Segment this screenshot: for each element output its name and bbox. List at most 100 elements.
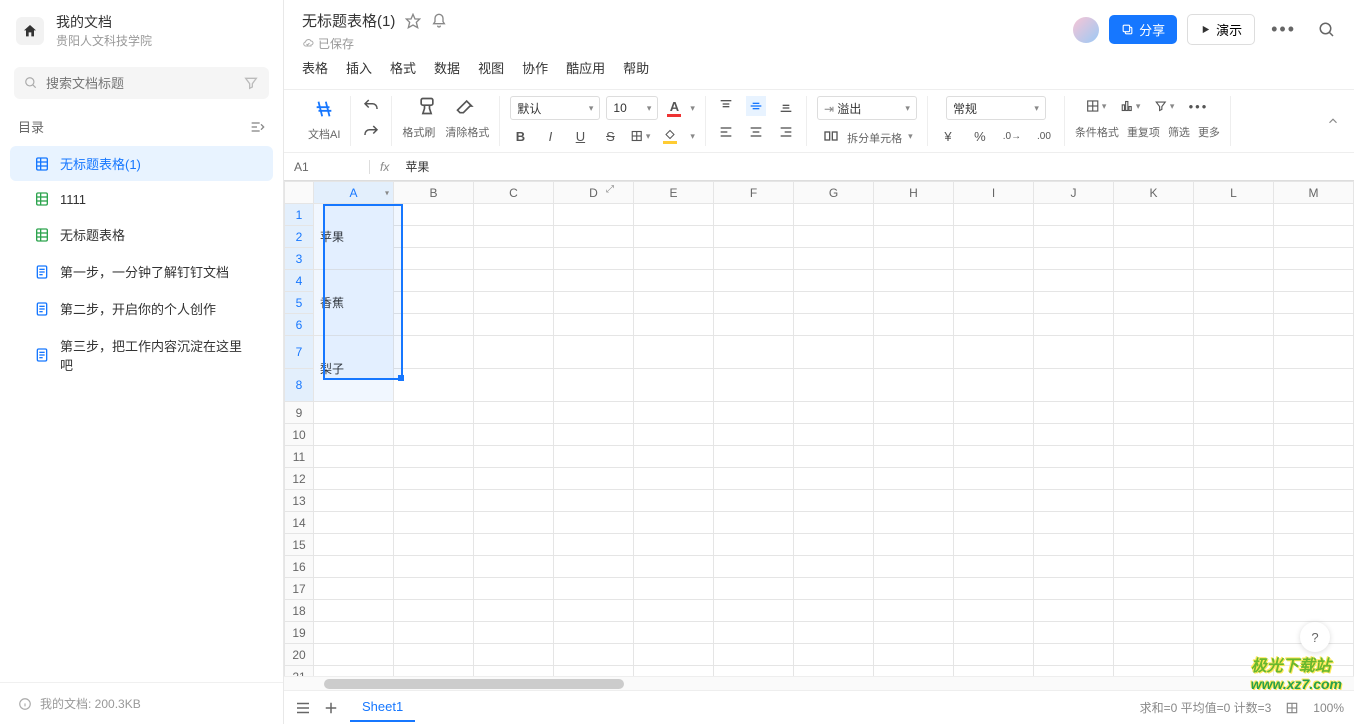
cell[interactable] (634, 369, 714, 402)
cell[interactable] (1274, 666, 1354, 677)
cell[interactable] (1034, 600, 1114, 622)
cell[interactable] (314, 512, 394, 534)
cell[interactable] (954, 600, 1034, 622)
row-header[interactable]: 10 (285, 424, 314, 446)
row-header[interactable]: 12 (285, 468, 314, 490)
strike-button[interactable]: S (600, 126, 620, 146)
cell[interactable] (634, 622, 714, 644)
grid-view-icon[interactable] (1285, 701, 1299, 715)
cell[interactable] (314, 446, 394, 468)
cell[interactable] (394, 336, 474, 369)
cell[interactable] (474, 512, 554, 534)
cell[interactable] (394, 666, 474, 677)
cell[interactable] (794, 600, 874, 622)
cell[interactable] (1034, 314, 1114, 336)
cell[interactable] (1194, 534, 1274, 556)
cell[interactable] (714, 666, 794, 677)
menu-item[interactable]: 协作 (522, 58, 548, 81)
cell[interactable] (1114, 204, 1194, 226)
cell[interactable] (954, 578, 1034, 600)
cell[interactable] (794, 226, 874, 248)
cell[interactable] (1274, 424, 1354, 446)
cell[interactable] (714, 336, 794, 369)
cell[interactable] (1034, 512, 1114, 534)
cell[interactable] (634, 424, 714, 446)
cell[interactable] (1274, 314, 1354, 336)
cell[interactable] (314, 534, 394, 556)
cell[interactable] (874, 446, 954, 468)
cell[interactable] (554, 666, 634, 677)
cell[interactable] (714, 292, 794, 314)
cell[interactable] (1194, 336, 1274, 369)
cell[interactable] (1274, 446, 1354, 468)
row-header[interactable]: 14 (285, 512, 314, 534)
cell[interactable] (1114, 369, 1194, 402)
cell[interactable] (1114, 534, 1194, 556)
row-header[interactable]: 1 (285, 204, 314, 226)
cell[interactable] (1114, 270, 1194, 292)
more-tools-icon[interactable]: ••• (1188, 96, 1208, 116)
share-button[interactable]: 分享 (1109, 15, 1177, 44)
cell-reference[interactable]: A1 (284, 160, 370, 174)
cell[interactable] (874, 314, 954, 336)
avatar[interactable] (1073, 17, 1099, 43)
row-header[interactable]: 19 (285, 622, 314, 644)
cell[interactable] (394, 226, 474, 248)
cell[interactable] (714, 226, 794, 248)
cell[interactable] (474, 600, 554, 622)
column-header[interactable]: J (1034, 182, 1114, 204)
cell[interactable] (1034, 424, 1114, 446)
cell[interactable] (474, 424, 554, 446)
column-header[interactable]: H (874, 182, 954, 204)
cell[interactable] (554, 512, 634, 534)
cell[interactable] (954, 446, 1034, 468)
cell[interactable] (874, 666, 954, 677)
docai-icon[interactable] (311, 96, 337, 122)
cell[interactable] (1034, 226, 1114, 248)
cell[interactable] (634, 446, 714, 468)
column-header[interactable]: K (1114, 182, 1194, 204)
row-header[interactable]: 11 (285, 446, 314, 468)
grid[interactable]: ⤢ A▾BCDEFGHIJKLM1苹果234香蕉567梨子89101112131… (284, 181, 1354, 676)
cell[interactable] (874, 600, 954, 622)
cell[interactable] (1194, 490, 1274, 512)
cell[interactable] (954, 644, 1034, 666)
cell[interactable] (954, 424, 1034, 446)
cell[interactable] (634, 490, 714, 512)
cell[interactable] (954, 468, 1034, 490)
cell[interactable] (794, 534, 874, 556)
cell[interactable] (1034, 369, 1114, 402)
cell[interactable] (714, 490, 794, 512)
menu-item[interactable]: 视图 (478, 58, 504, 81)
sheet-list-icon[interactable] (294, 699, 312, 717)
cell[interactable] (1114, 512, 1194, 534)
cell[interactable] (1194, 446, 1274, 468)
cell[interactable] (874, 490, 954, 512)
cell[interactable] (474, 248, 554, 270)
cell[interactable] (1034, 446, 1114, 468)
cell[interactable] (874, 204, 954, 226)
cell[interactable] (1034, 556, 1114, 578)
cell[interactable] (1194, 369, 1274, 402)
cell[interactable] (954, 226, 1034, 248)
cell[interactable] (554, 336, 634, 369)
cell[interactable] (874, 369, 954, 402)
cell[interactable] (1194, 468, 1274, 490)
cell[interactable] (394, 270, 474, 292)
cell[interactable] (1194, 644, 1274, 666)
cell[interactable] (1114, 226, 1194, 248)
cell[interactable] (634, 402, 714, 424)
cell[interactable] (634, 534, 714, 556)
column-header[interactable]: I (954, 182, 1034, 204)
cell[interactable] (794, 666, 874, 677)
cell[interactable] (1034, 578, 1114, 600)
cell[interactable] (874, 556, 954, 578)
menu-item[interactable]: 插入 (346, 58, 372, 81)
cell[interactable] (554, 468, 634, 490)
cell[interactable] (474, 556, 554, 578)
row-header[interactable]: 15 (285, 534, 314, 556)
cell[interactable] (634, 600, 714, 622)
more-menu-icon[interactable]: ••• (1265, 19, 1302, 40)
row-header[interactable]: 4 (285, 270, 314, 292)
cell[interactable] (1274, 578, 1354, 600)
